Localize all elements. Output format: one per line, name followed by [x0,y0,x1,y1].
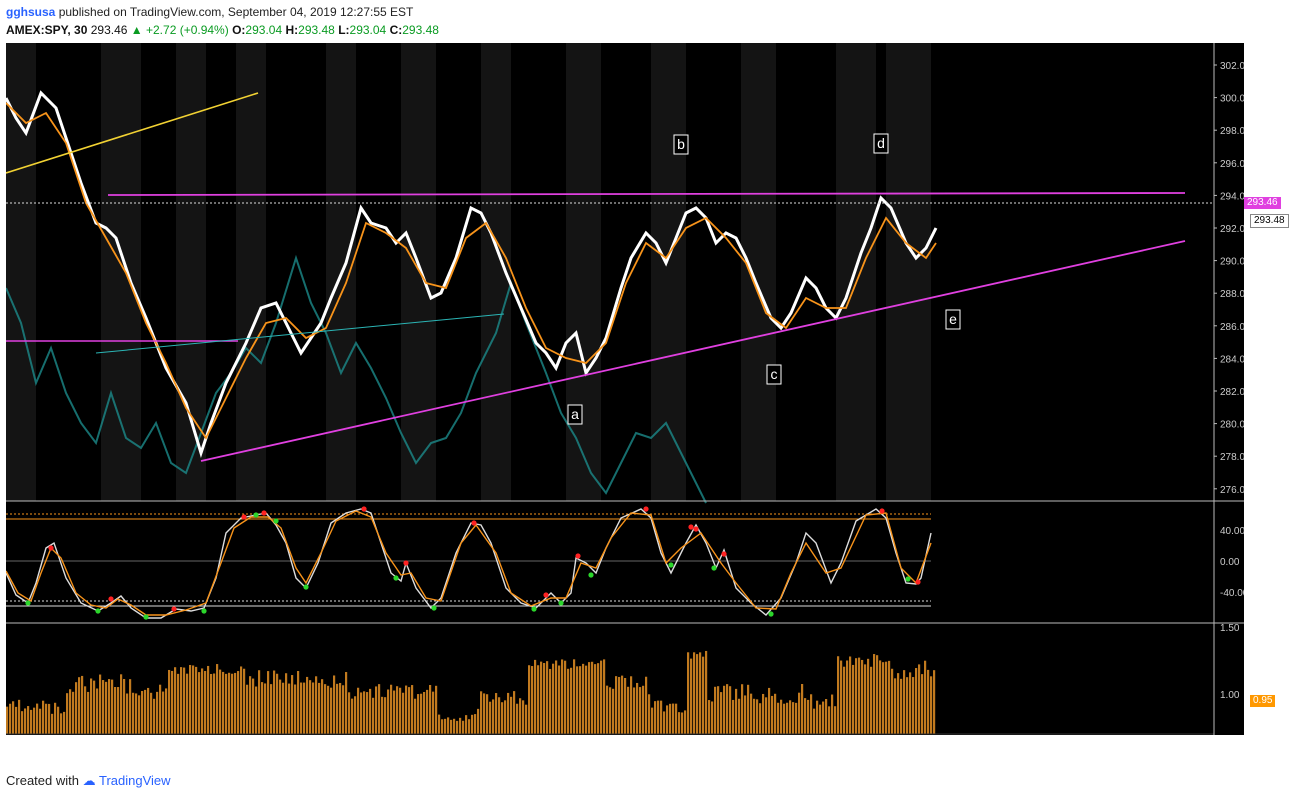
price-tick-label: 286.00 [1220,322,1244,333]
wave-label-d[interactable]: d [873,133,889,154]
price-tick-label: 300.00 [1220,94,1244,105]
chart-canvas[interactable]: a b c d e 302.0 300.0 298.0 296.0 294.0 … [6,43,1244,735]
osc-tick-label: 40.00 [1220,526,1244,537]
svg-text:e: e [949,311,957,327]
osc-tick-label: -40.00 [1220,588,1244,599]
price-tick-label: 282.00 [1220,387,1244,398]
close-value: 293.48 [402,23,439,37]
price-tick-label: 302.00 [1220,61,1244,72]
osc-tick-label: 0.00 [1220,557,1240,568]
published-text: published on TradingView.com, September … [58,5,414,19]
osc-signal-dots [25,506,921,620]
teal-trendline[interactable] [95,313,505,354]
price-tick-label: 278.00 [1220,452,1244,463]
open-label: O: [232,23,246,37]
symbol-legend: AMEX:SPY, 30 293.46 ▲ +2.72 (+0.94%) O:2… [6,22,439,38]
low-label: L: [338,23,350,37]
ticker-label[interactable]: AMEX:SPY, 30 [6,23,87,37]
volume-histogram [6,650,936,734]
price-tick-label: 298.00 [1220,126,1244,137]
close-label: C: [389,23,403,37]
price-tick-label: 296.00 [1220,159,1244,170]
wave-label-b[interactable]: b [673,134,689,155]
last-price: 293.46 [90,23,128,37]
created-with-text: Created with [6,773,79,788]
up-arrow-icon: ▲ [130,23,143,37]
svg-text:c: c [771,366,778,382]
low-value: 293.04 [349,23,387,37]
volume-current-tag: 0.95 [1250,695,1276,707]
high-price-tag: 293.48 [1250,214,1289,228]
tradingview-link[interactable]: TradingView [99,773,171,788]
price-tick-label: 292.00 [1220,224,1244,235]
osc-fast-line [6,508,932,619]
author-link[interactable]: gghsusa [6,5,55,19]
wave-label-e[interactable]: e [945,309,961,330]
wave-label-c[interactable]: c [766,364,782,385]
tradingview-logo-icon: ☁ [82,773,96,788]
high-value: 293.48 [298,23,335,37]
svg-text:b: b [677,136,685,152]
price-tick-label: 280.00 [1220,420,1244,431]
vol-tick-mid: 1.00 [1220,690,1240,701]
footer: Created with ☁ TradingView [6,773,171,789]
open-value: 293.04 [245,23,283,37]
upper-resistance-line[interactable] [107,192,1186,196]
price-change: +2.72 (+0.94%) [146,23,229,37]
price-tick-label: 294.00 [1220,191,1244,202]
last-price-tag: 293.46 [1244,197,1281,209]
svg-text:a: a [571,406,579,422]
price-tick-label: 276.00 [1220,485,1244,496]
wave-label-a[interactable]: a [567,404,583,425]
price-tick-label: 288.00 [1220,289,1244,300]
chart-svg[interactable]: a b c d e 302.0 300.0 298.0 296.0 294.0 … [6,43,1244,735]
price-tick-label: 290.00 [1220,257,1244,268]
high-label: H: [285,23,299,37]
svg-text:d: d [877,135,885,151]
price-tick-label: 284.00 [1220,354,1244,365]
publish-header: gghsusa published on TradingView.com, Se… [6,4,413,21]
oscillator-pane[interactable] [6,506,932,620]
price-series [6,90,938,458]
vol-tick-top: 1.50 [1220,623,1240,634]
session-bands [6,43,931,501]
